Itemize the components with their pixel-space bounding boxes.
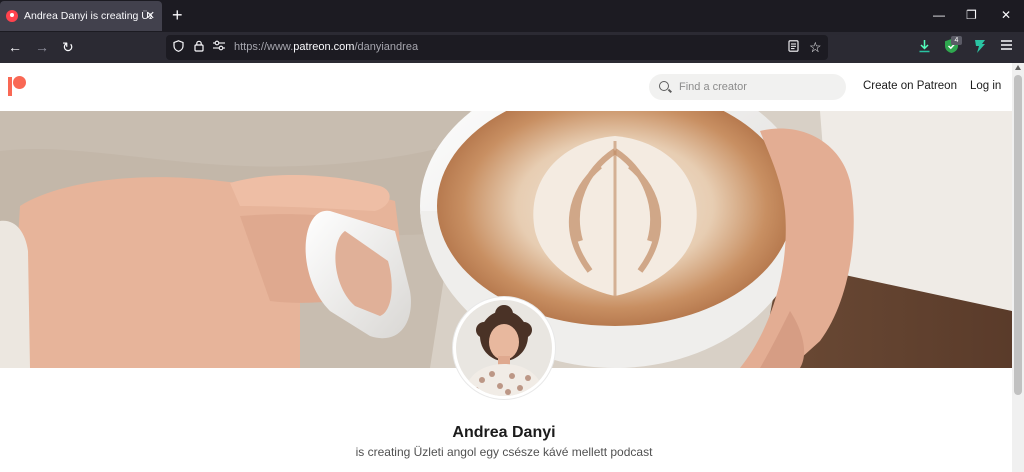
- bookmark-star-icon[interactable]: ☆: [809, 39, 822, 56]
- tab-title: Andrea Danyi is creating Üzleti a: [24, 10, 152, 22]
- window-close-icon[interactable]: ✕: [1001, 8, 1011, 22]
- extension-badge: 4: [951, 36, 962, 45]
- tab-strip: Andrea Danyi is creating Üzleti a ✕ + — …: [0, 0, 1024, 32]
- navigation-toolbar: ← → ↻ https://www.patreon.com/danyiandre…: [0, 32, 1024, 63]
- avatar-portrait: [456, 300, 552, 396]
- creator-search[interactable]: [649, 74, 846, 100]
- shield-icon[interactable]: [173, 40, 184, 55]
- patreon-logo-bar: [8, 77, 12, 96]
- patreon-favicon-icon: [6, 10, 18, 22]
- creator-name: Andrea Danyi: [452, 424, 556, 441]
- minimize-icon[interactable]: —: [933, 8, 945, 22]
- reload-icon[interactable]: ↻: [62, 38, 74, 56]
- tab-close-icon[interactable]: ✕: [146, 9, 155, 22]
- tab-active[interactable]: Andrea Danyi is creating Üzleti a ✕: [0, 1, 162, 31]
- new-tab-icon[interactable]: +: [172, 5, 183, 25]
- create-on-patreon-link[interactable]: Create on Patreon: [863, 80, 957, 92]
- reader-view-icon[interactable]: [788, 40, 799, 55]
- creator-avatar[interactable]: [453, 297, 555, 399]
- url-prefix: https://www.: [234, 41, 294, 53]
- patreon-logo-dot: [13, 76, 26, 89]
- site-header: Create on Patreon Log in: [0, 63, 1012, 111]
- forward-icon[interactable]: →: [35, 38, 49, 56]
- page-scrollbar[interactable]: [1012, 63, 1024, 472]
- green-extension-icon[interactable]: [973, 38, 987, 57]
- search-icon: [659, 81, 669, 91]
- url-domain: patreon.com: [293, 41, 355, 53]
- url-path: /danyiandrea: [354, 41, 419, 53]
- scrollbar-thumb[interactable]: [1014, 75, 1022, 395]
- address-bar[interactable]: https://www.patreon.com/danyiandrea ☆: [166, 35, 828, 60]
- lock-icon[interactable]: [194, 40, 204, 55]
- download-icon[interactable]: [918, 39, 931, 56]
- creator-tagline: is creating Üzleti angol egy csésze kávé…: [355, 445, 653, 459]
- permissions-icon[interactable]: [213, 40, 225, 54]
- search-input[interactable]: [679, 78, 839, 96]
- login-link[interactable]: Log in: [970, 80, 1001, 92]
- restore-icon[interactable]: ❐: [966, 8, 977, 22]
- back-icon[interactable]: ←: [8, 38, 22, 56]
- scroll-up-icon[interactable]: [1015, 65, 1021, 70]
- url-text[interactable]: https://www.patreon.com/danyiandrea: [234, 41, 418, 53]
- hamburger-menu-icon[interactable]: [1000, 39, 1013, 54]
